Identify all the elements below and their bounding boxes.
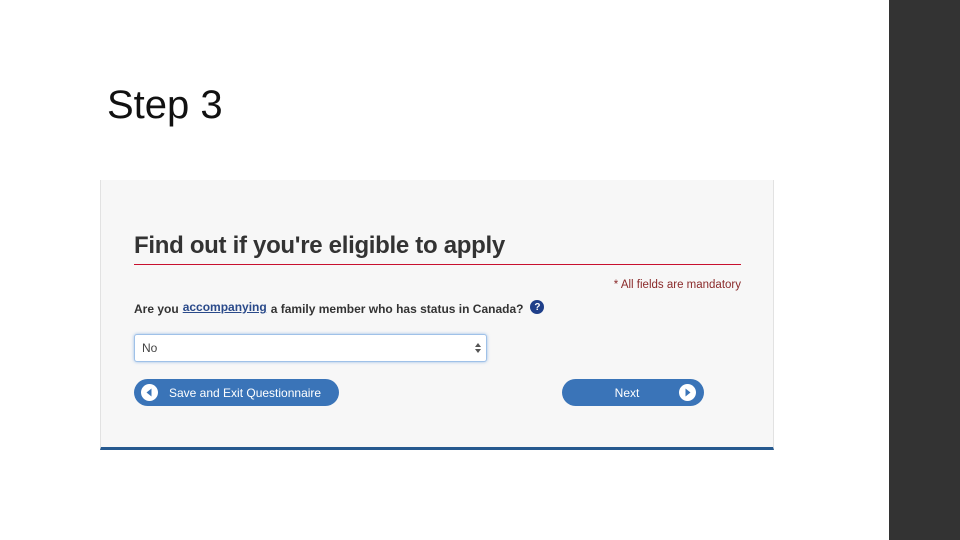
arrow-left-icon bbox=[141, 384, 158, 401]
save-and-exit-button[interactable]: Save and Exit Questionnaire bbox=[134, 379, 339, 406]
arrow-right-icon bbox=[679, 384, 696, 401]
slide-title: Step 3 bbox=[107, 83, 223, 127]
slide-side-bar bbox=[889, 0, 960, 540]
mandatory-note: * All fields are mandatory bbox=[613, 279, 741, 291]
question-label: Are you accompanying a family member who… bbox=[134, 300, 545, 316]
form-heading: Find out if you're eligible to apply bbox=[134, 232, 505, 259]
accompanying-select[interactable]: No bbox=[134, 334, 487, 362]
question-suffix: a family member who has status in Canada… bbox=[270, 302, 524, 316]
question-prefix: Are you bbox=[134, 302, 179, 316]
save-and-exit-label: Save and Exit Questionnaire bbox=[169, 385, 322, 400]
next-label: Next bbox=[614, 385, 640, 400]
next-button[interactable]: Next bbox=[562, 379, 704, 406]
select-arrows-icon bbox=[475, 343, 481, 353]
accompanying-link[interactable]: accompanying bbox=[183, 300, 267, 314]
select-value: No bbox=[142, 341, 158, 355]
question-icon[interactable]: ? bbox=[530, 300, 545, 314]
eligibility-form-screenshot: Find out if you're eligible to apply * A… bbox=[100, 180, 774, 450]
heading-divider bbox=[134, 264, 741, 265]
